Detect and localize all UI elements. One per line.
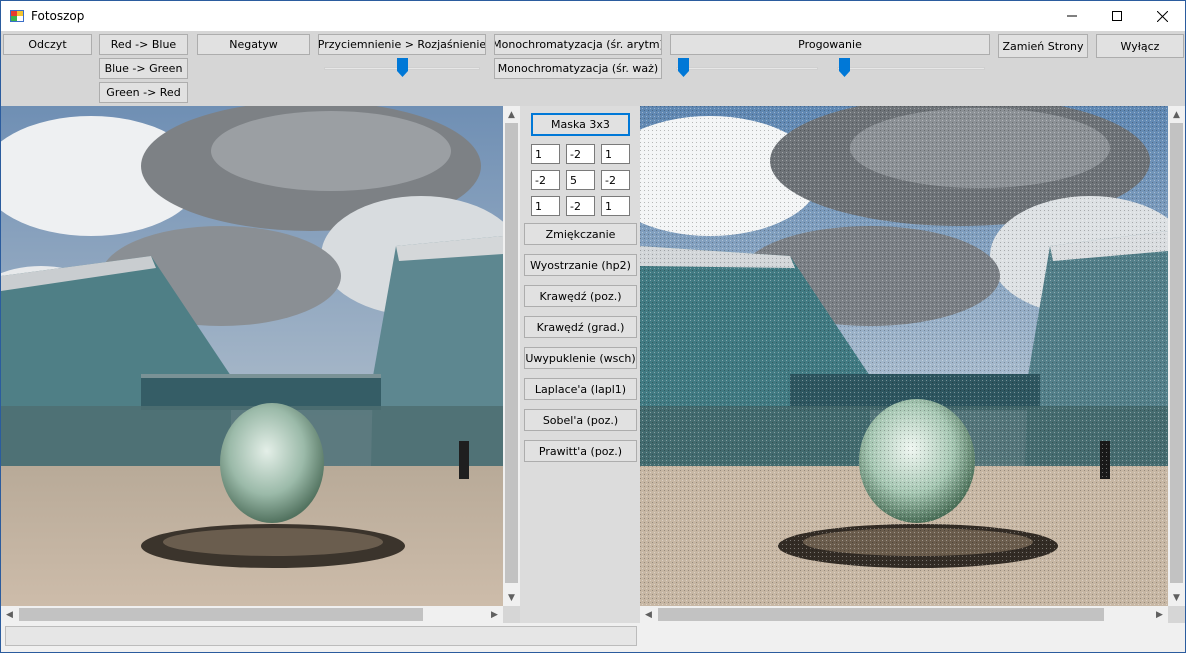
darken-brighten-button[interactable]: Przyciemnienie > Rozjaśnienie — [318, 34, 486, 55]
title-bar: Fotoszop — [1, 1, 1185, 31]
negative-button[interactable]: Negatyw — [197, 34, 310, 55]
filter-panel: Maska 3x3 Zmiękczanie Wyostrzanie (hp2) … — [520, 106, 640, 623]
prewitt-button[interactable]: Prawitt'a (poz.) — [524, 440, 637, 462]
minimize-icon — [1067, 15, 1077, 17]
emboss-button[interactable]: Uwypuklenie (wsch) — [524, 347, 637, 369]
scroll-thumb[interactable] — [505, 123, 518, 583]
read-button[interactable]: Odczyt — [3, 34, 92, 55]
left-horizontal-scrollbar[interactable]: ◀ ▶ — [1, 606, 503, 623]
scroll-up-arrow[interactable]: ▲ — [503, 106, 520, 123]
processed-image-panel: ▲ ▼ ◀ ▶ — [640, 106, 1185, 623]
edge-grad-button[interactable]: Krawędź (grad.) — [524, 316, 637, 338]
mask-cell-1-2[interactable] — [601, 170, 630, 190]
scroll-down-arrow[interactable]: ▼ — [1168, 589, 1185, 606]
slider-track — [676, 67, 818, 70]
close-icon — [1156, 10, 1168, 22]
mask-3x3-button[interactable]: Maska 3x3 — [531, 113, 630, 136]
minimize-button[interactable] — [1049, 1, 1095, 31]
edge-pos-button[interactable]: Krawędź (poz.) — [524, 285, 637, 307]
scroll-right-arrow[interactable]: ▶ — [486, 606, 503, 623]
slider-thumb[interactable] — [678, 58, 689, 77]
scroll-left-arrow[interactable]: ◀ — [640, 606, 657, 623]
mono-weighted-button[interactable]: Monochromatyzacja (śr. waż) — [494, 58, 662, 79]
scroll-up-arrow[interactable]: ▲ — [1168, 106, 1185, 123]
scroll-left-arrow[interactable]: ◀ — [1, 606, 18, 623]
maximize-icon — [1112, 11, 1122, 21]
scroll-thumb[interactable] — [658, 608, 1104, 621]
threshold-button[interactable]: Progowanie — [670, 34, 990, 55]
close-button[interactable] — [1139, 1, 1185, 31]
scroll-thumb[interactable] — [19, 608, 423, 621]
mask-cell-2-1[interactable] — [566, 196, 595, 216]
sharpen-button[interactable]: Wyostrzanie (hp2) — [524, 254, 637, 276]
slider-thumb[interactable] — [397, 58, 408, 77]
red-to-blue-button[interactable]: Red -> Blue — [99, 34, 188, 55]
scroll-down-arrow[interactable]: ▼ — [503, 589, 520, 606]
progress-bar — [5, 626, 637, 646]
laplace-button[interactable]: Laplace'a (lapl1) — [524, 378, 637, 400]
slider-track — [837, 67, 985, 70]
mask-cell-0-0[interactable] — [531, 144, 560, 164]
mask-cell-0-2[interactable] — [601, 144, 630, 164]
sobel-button[interactable]: Sobel'a (poz.) — [524, 409, 637, 431]
brightness-slider[interactable] — [324, 58, 480, 78]
right-vertical-scrollbar[interactable]: ▲ ▼ — [1168, 106, 1185, 606]
threshold-high-slider[interactable] — [837, 58, 985, 78]
mask-cell-1-0[interactable] — [531, 170, 560, 190]
processed-image — [640, 106, 1168, 606]
mask-cell-2-2[interactable] — [601, 196, 630, 216]
soften-button[interactable]: Zmiękczanie — [524, 223, 637, 245]
mask-cell-2-0[interactable] — [531, 196, 560, 216]
mono-arithmetic-button[interactable]: Monochromatyzacja (śr. arytm) — [494, 34, 662, 55]
right-horizontal-scrollbar[interactable]: ◀ ▶ — [640, 606, 1168, 623]
mask-cell-0-1[interactable] — [566, 144, 595, 164]
swap-sides-button[interactable]: Zamień Strony — [998, 34, 1088, 58]
exit-button[interactable]: Wyłącz — [1096, 34, 1184, 58]
slider-thumb[interactable] — [839, 58, 850, 77]
threshold-low-slider[interactable] — [676, 58, 818, 78]
mask-cell-1-1[interactable] — [566, 170, 595, 190]
app-icon — [10, 10, 24, 22]
window-title: Fotoszop — [31, 9, 85, 23]
original-image-panel: ▲ ▼ ◀ ▶ — [1, 106, 520, 623]
green-to-red-button[interactable]: Green -> Red — [99, 82, 188, 103]
app-window: Fotoszop Odczyt Red -> Blue Blue -> Gree… — [0, 0, 1186, 653]
left-vertical-scrollbar[interactable]: ▲ ▼ — [503, 106, 520, 606]
maximize-button[interactable] — [1094, 1, 1140, 31]
original-image — [1, 106, 503, 606]
toolbar: Odczyt Red -> Blue Blue -> Green Green -… — [1, 31, 1185, 106]
blue-to-green-button[interactable]: Blue -> Green — [99, 58, 188, 79]
scroll-right-arrow[interactable]: ▶ — [1151, 606, 1168, 623]
scroll-thumb[interactable] — [1170, 123, 1183, 583]
